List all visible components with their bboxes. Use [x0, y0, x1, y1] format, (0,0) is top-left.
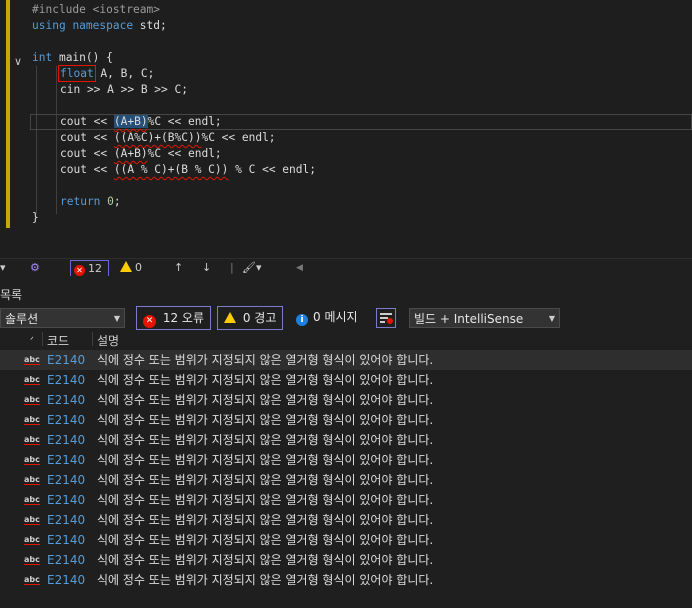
- code-line-10: cout << (A+B)%C << endl;: [60, 147, 222, 160]
- error-description: 식에 정수 또는 범위가 지정되지 않은 열거형 형식이 있어야 합니다.: [97, 533, 434, 547]
- indent-guide: [56, 66, 57, 214]
- editor-status-bar: ▾ ⚙ ✕ 12 0 ↑ ↓ | 🖌▾ ◀: [0, 258, 692, 278]
- error-description: 식에 정수 또는 범위가 지정되지 않은 열거형 형식이 있어야 합니다.: [97, 393, 434, 407]
- spelling-error-icon: abc: [24, 390, 40, 410]
- table-row[interactable]: abc E2140 식에 정수 또는 범위가 지정되지 않은 열거형 형식이 있어야…: [0, 450, 692, 470]
- table-row[interactable]: abc E2140 식에 정수 또는 범위가 지정되지 않은 열거형 형식이 있어야…: [0, 570, 692, 590]
- cleanup-brush-icon[interactable]: 🖌▾: [242, 260, 262, 276]
- error-code-link[interactable]: E2140: [47, 450, 85, 470]
- code-line-4: int main() {: [32, 51, 113, 64]
- sort-indicator-icon[interactable]: ᐟ: [30, 332, 34, 350]
- spelling-error-icon: abc: [24, 530, 40, 550]
- error-description: 식에 정수 또는 범위가 지정되지 않은 열거형 형식이 있어야 합니다.: [97, 413, 434, 427]
- previous-issue-button[interactable]: ↑: [174, 260, 183, 276]
- spelling-error-icon: abc: [24, 490, 40, 510]
- spelling-error-icon: abc: [24, 510, 40, 530]
- warning-icon: [120, 261, 132, 272]
- column-separator[interactable]: [42, 332, 43, 346]
- chevron-down-icon: ▼: [548, 314, 555, 323]
- chevron-down-icon: ▼: [113, 314, 120, 323]
- error-icon: ✕: [74, 265, 85, 276]
- error-code-link[interactable]: E2140: [47, 410, 85, 430]
- error-description: 식에 정수 또는 범위가 지정되지 않은 열거형 형식이 있어야 합니다.: [97, 473, 434, 487]
- spelling-error-icon: abc: [24, 570, 40, 590]
- error-code-link[interactable]: E2140: [47, 350, 85, 370]
- code-line-5: float A, B, C;: [58, 65, 155, 82]
- error-code-link[interactable]: E2140: [47, 430, 85, 450]
- table-row[interactable]: abc E2140 식에 정수 또는 범위가 지정되지 않은 열거형 형식이 있어야…: [0, 410, 692, 430]
- error-code-link[interactable]: E2140: [47, 370, 85, 390]
- error-rows: abc E2140 식에 정수 또는 범위가 지정되지 않은 열거형 형식이 있어야…: [0, 350, 692, 590]
- spelling-error-icon: abc: [24, 370, 40, 390]
- error-code-link[interactable]: E2140: [47, 390, 85, 410]
- error-description: 식에 정수 또는 범위가 지정되지 않은 열거형 형식이 있어야 합니다.: [97, 493, 434, 507]
- indent-guide: [36, 66, 37, 214]
- panel-title: 목록: [0, 288, 23, 302]
- spelling-error-icon: abc: [24, 450, 40, 470]
- messages-filter-toggle[interactable]: i0 메시지: [292, 306, 362, 330]
- errors-filter-toggle[interactable]: ✕ 12 오류: [136, 306, 211, 330]
- table-row[interactable]: abc E2140 식에 정수 또는 범위가 지정되지 않은 열거형 형식이 있어야…: [0, 530, 692, 550]
- error-list-panel: 목록 솔루션 ▼ ✕ 12 오류 0 경고 i0 메시지 빌드 + Intelli…: [0, 276, 692, 608]
- error-description: 식에 정수 또는 범위가 지정되지 않은 열거형 형식이 있어야 합니다.: [97, 573, 434, 587]
- info-icon: i: [296, 314, 308, 326]
- code-line-13: return 0;: [60, 195, 121, 208]
- warnings-filter-toggle[interactable]: 0 경고: [217, 306, 284, 330]
- build-source-dropdown[interactable]: 빌드 + IntelliSense ▼: [409, 308, 560, 328]
- error-code-link[interactable]: E2140: [47, 470, 85, 490]
- error-description: 식에 정수 또는 범위가 지정되지 않은 열거형 형식이 있어야 합니다.: [97, 453, 434, 467]
- spelling-error-icon: abc: [24, 410, 40, 430]
- spelling-error-icon: abc: [24, 470, 40, 490]
- code-line-2: using namespace std;: [32, 19, 167, 32]
- table-row[interactable]: abc E2140 식에 정수 또는 범위가 지정되지 않은 열거형 형식이 있어야…: [0, 350, 692, 370]
- column-code[interactable]: 코드: [47, 332, 69, 350]
- error-code-link[interactable]: E2140: [47, 570, 85, 590]
- filter-icon[interactable]: [376, 308, 396, 328]
- table-row[interactable]: abc E2140 식에 정수 또는 범위가 지정되지 않은 열거형 형식이 있어야…: [0, 390, 692, 410]
- table-row[interactable]: abc E2140 식에 정수 또는 범위가 지정되지 않은 열거형 형식이 있어야…: [0, 550, 692, 570]
- error-list-toolbar: 솔루션 ▼ ✕ 12 오류 0 경고 i0 메시지 빌드 + IntelliSen…: [0, 306, 692, 330]
- error-code-link[interactable]: E2140: [47, 510, 85, 530]
- column-description[interactable]: 설명: [97, 332, 119, 350]
- warning-count-badge[interactable]: 0: [120, 260, 142, 276]
- error-description: 식에 정수 또는 범위가 지정되지 않은 열거형 형식이 있어야 합니다.: [97, 513, 434, 527]
- table-row[interactable]: abc E2140 식에 정수 또는 범위가 지정되지 않은 열거형 형식이 있어야…: [0, 370, 692, 390]
- error-description: 식에 정수 또는 범위가 지정되지 않은 열거형 형식이 있어야 합니다.: [97, 433, 434, 447]
- code-line-8: cout << (A+B)%C << endl;: [60, 115, 222, 128]
- error-code-link[interactable]: E2140: [47, 490, 85, 510]
- error-description: 식에 정수 또는 범위가 지정되지 않은 열거형 형식이 있어야 합니다.: [97, 373, 434, 387]
- code-line-14: }: [32, 211, 39, 224]
- spelling-error-icon: abc: [24, 550, 40, 570]
- error-code-link[interactable]: E2140: [47, 550, 85, 570]
- error-description: 식에 정수 또는 범위가 지정되지 않은 열거형 형식이 있어야 합니다.: [97, 553, 434, 567]
- warning-icon: [224, 312, 236, 323]
- code-line-1: #include <iostream>: [32, 3, 160, 16]
- code-line-6: cin >> A >> B >> C;: [60, 83, 188, 96]
- change-tracking-bar: [6, 0, 10, 228]
- code-line-11: cout << ((A % C)+(B % C)) % C << endl;: [60, 163, 316, 176]
- column-separator[interactable]: [92, 332, 93, 346]
- zoom-dropdown-caret-icon[interactable]: ▾: [0, 260, 26, 276]
- float-keyword-highlight: float: [58, 65, 96, 82]
- code-line-9: cout << ((A%C)+(B%C))%C << endl;: [60, 131, 276, 144]
- table-row[interactable]: abc E2140 식에 정수 또는 범위가 지정되지 않은 열거형 형식이 있어야…: [0, 510, 692, 530]
- spelling-error-icon: abc: [24, 430, 40, 450]
- separator: |: [230, 261, 234, 274]
- error-code-link[interactable]: E2140: [47, 530, 85, 550]
- scroll-left-button[interactable]: ◀: [296, 260, 303, 276]
- error-description: 식에 정수 또는 범위가 지정되지 않은 열거형 형식이 있어야 합니다.: [97, 353, 434, 367]
- table-row[interactable]: abc E2140 식에 정수 또는 범위가 지정되지 않은 열거형 형식이 있어야…: [0, 490, 692, 510]
- spelling-error-icon: abc: [24, 350, 40, 370]
- table-row[interactable]: abc E2140 식에 정수 또는 범위가 지정되지 않은 열거형 형식이 있어야…: [0, 470, 692, 490]
- scope-dropdown[interactable]: 솔루션 ▼: [0, 308, 125, 328]
- fold-chevron-icon[interactable]: ∨: [14, 55, 22, 68]
- code-editor[interactable]: ∨ #include <iostream> using namespace st…: [0, 0, 692, 258]
- table-row[interactable]: abc E2140 식에 정수 또는 범위가 지정되지 않은 열거형 형식이 있어야…: [0, 430, 692, 450]
- error-list-column-header: ᐟ 코드 설명: [0, 332, 692, 351]
- health-icon[interactable]: ⚙: [30, 260, 40, 276]
- next-issue-button[interactable]: ↓: [202, 260, 211, 276]
- error-icon: ✕: [143, 315, 156, 328]
